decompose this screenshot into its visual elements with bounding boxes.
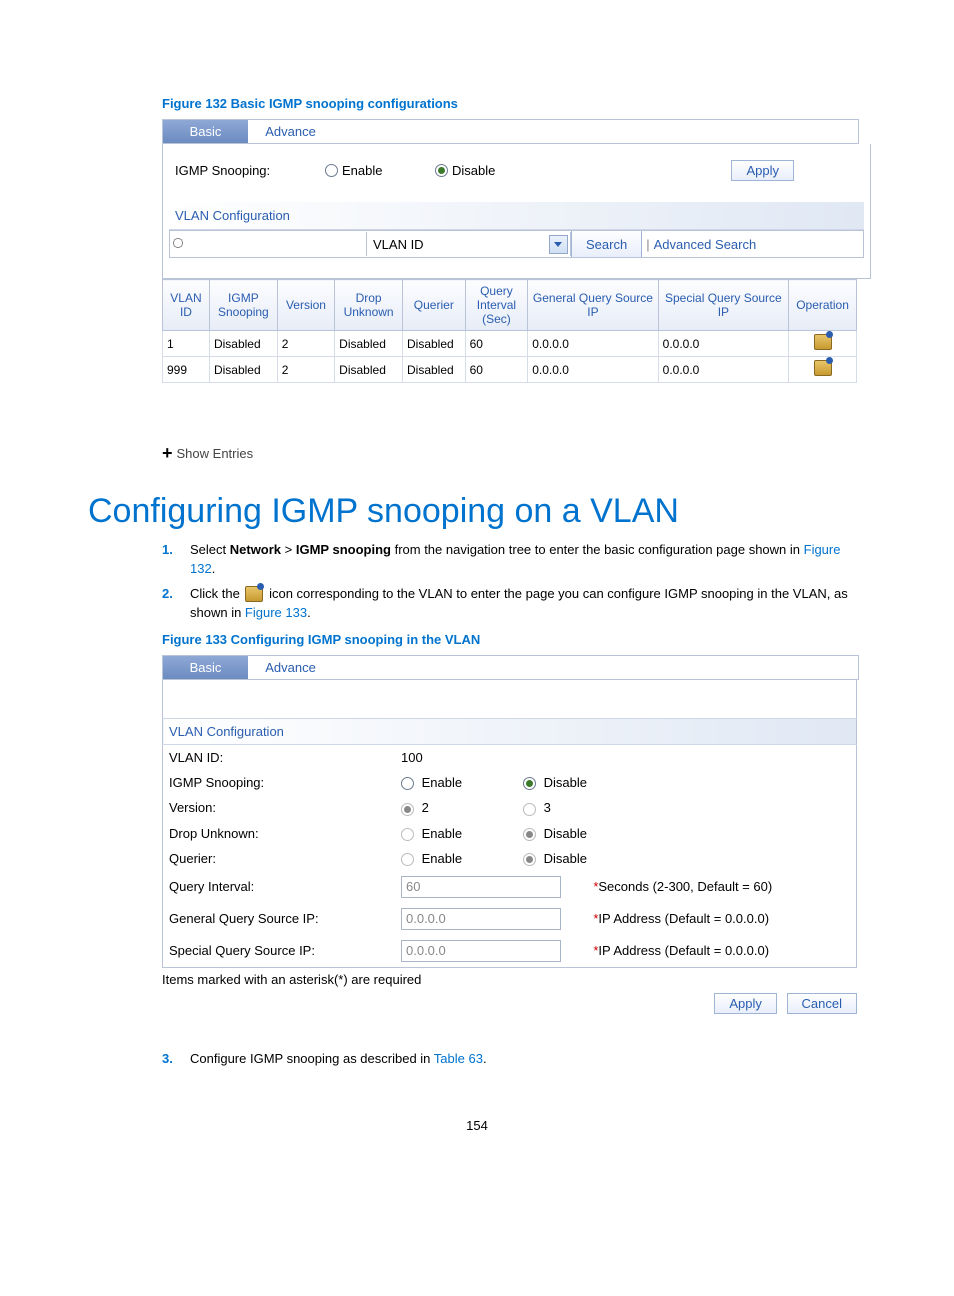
radio-disable-querier[interactable]: Disable <box>523 851 587 866</box>
special-query-hint: IP Address (Default = 0.0.0.0) <box>598 943 769 958</box>
radio-version-2[interactable]: 2 <box>401 800 429 815</box>
tab-row-basic: Basic Advance <box>162 119 859 144</box>
vlan-config-title-2: VLAN Configuration <box>163 719 857 745</box>
radio-enable-snoop[interactable]: Enable <box>401 775 462 790</box>
step-number: 2. <box>162 585 190 623</box>
search-field-dropdown[interactable]: VLAN ID <box>366 232 571 256</box>
querier-label: Querier: <box>163 846 396 871</box>
vlan-id-label: VLAN ID: <box>163 745 396 771</box>
edit-icon[interactable] <box>814 360 832 376</box>
step-2-text: Click the icon corresponding to the VLAN… <box>190 585 866 623</box>
plus-icon: + <box>162 443 173 464</box>
vlan-config-title: VLAN Configuration <box>169 202 864 230</box>
special-query-label: Special Query Source IP: <box>163 935 396 968</box>
query-interval-input[interactable] <box>401 876 561 898</box>
radio-enable-drop[interactable]: Enable <box>401 826 462 841</box>
edit-icon[interactable] <box>814 334 832 350</box>
query-interval-hint: Seconds (2-300, Default = 60) <box>598 879 772 894</box>
table-row: 1 Disabled 2 Disabled Disabled 60 0.0.0.… <box>163 331 857 357</box>
advanced-search-link[interactable]: Advanced Search <box>654 237 757 252</box>
page-number: 154 <box>88 1118 866 1133</box>
radio-enable-querier[interactable]: Enable <box>401 851 462 866</box>
radio-enable[interactable]: Enable <box>325 163 435 178</box>
edit-icon <box>245 586 263 602</box>
figure-132-caption: Figure 132 Basic IGMP snooping configura… <box>162 96 866 111</box>
figure-133-caption: Figure 133 Configuring IGMP snooping in … <box>162 632 866 647</box>
figure-133-link[interactable]: Figure 133 <box>245 605 307 620</box>
drop-unknown-label: Drop Unknown: <box>163 821 396 846</box>
general-query-label: General Query Source IP: <box>163 903 396 935</box>
chevron-down-icon <box>549 235 568 254</box>
vlan-id-value: 100 <box>395 745 857 771</box>
page-title: Configuring IGMP snooping on a VLAN <box>88 492 866 531</box>
radio-disable-drop[interactable]: Disable <box>523 826 587 841</box>
radio-disable-snoop[interactable]: Disable <box>523 775 587 790</box>
required-note: Items marked with an asterisk(*) are req… <box>162 972 866 987</box>
radio-disable[interactable]: Disable <box>435 163 615 178</box>
table-63-link[interactable]: Table 63 <box>434 1051 483 1066</box>
special-query-input[interactable] <box>401 940 561 962</box>
tab-basic[interactable]: Basic <box>163 120 248 143</box>
search-input[interactable] <box>170 231 366 257</box>
apply-button-2[interactable]: Apply <box>714 993 777 1014</box>
step-1-text: Select Network > IGMP snooping from the … <box>190 541 866 579</box>
general-query-hint: IP Address (Default = 0.0.0.0) <box>598 911 769 926</box>
tab-advance[interactable]: Advance <box>248 656 333 679</box>
step-3-text: Configure IGMP snooping as described in … <box>190 1050 866 1069</box>
step-number: 3. <box>162 1050 190 1069</box>
cancel-button[interactable]: Cancel <box>787 993 857 1014</box>
igmp-snooping-label-2: IGMP Snooping: <box>163 770 396 795</box>
general-query-input[interactable] <box>401 908 561 930</box>
igmp-snooping-label: IGMP Snooping: <box>169 163 325 178</box>
tab-row-basic-2: Basic Advance <box>162 655 859 680</box>
query-interval-label: Query Interval: <box>163 871 396 903</box>
search-button[interactable]: Search <box>571 231 642 257</box>
apply-button[interactable]: Apply <box>731 160 794 181</box>
vlan-table: VLAN ID IGMP Snooping Version Drop Unkno… <box>162 279 857 383</box>
tab-advance[interactable]: Advance <box>248 120 333 143</box>
show-entries-toggle[interactable]: + Show Entries <box>162 443 866 464</box>
tab-basic[interactable]: Basic <box>163 656 248 679</box>
table-row: 999 Disabled 2 Disabled Disabled 60 0.0.… <box>163 357 857 383</box>
radio-version-3[interactable]: 3 <box>523 800 551 815</box>
version-label: Version: <box>163 795 396 820</box>
step-number: 1. <box>162 541 190 579</box>
